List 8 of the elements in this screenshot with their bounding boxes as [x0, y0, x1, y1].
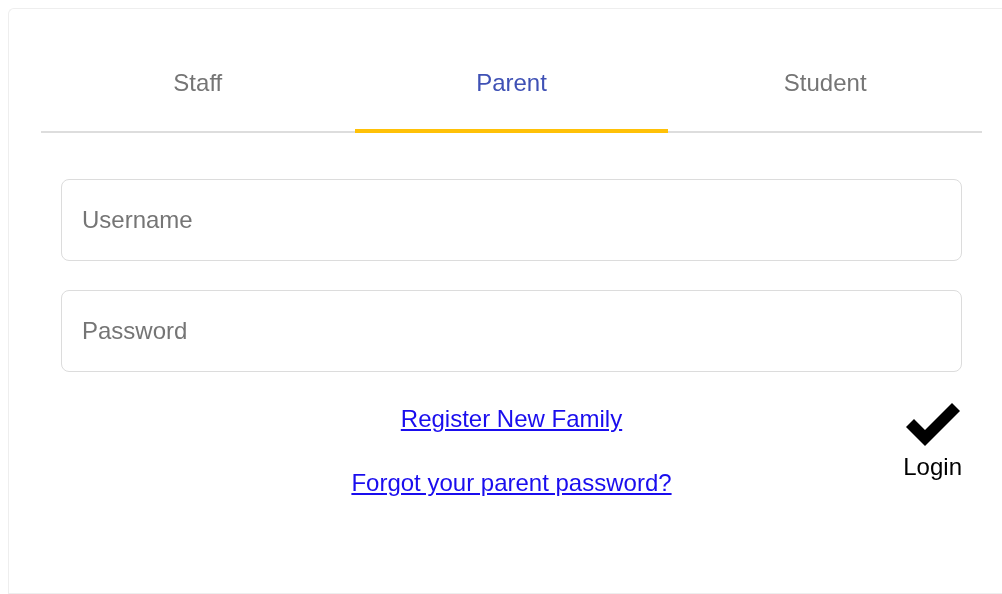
tab[interactable]: Parent — [354, 9, 669, 133]
link[interactable]: Forgot your parent password? — [351, 465, 672, 501]
login-button[interactable]: Login — [903, 401, 962, 485]
tab[interactable]: Staff — [41, 9, 355, 133]
input-field[interactable]: Password — [61, 290, 962, 372]
input-field[interactable]: Username — [61, 179, 962, 261]
link[interactable]: Register New Family — [400, 401, 623, 437]
tab[interactable]: Student — [668, 9, 982, 133]
